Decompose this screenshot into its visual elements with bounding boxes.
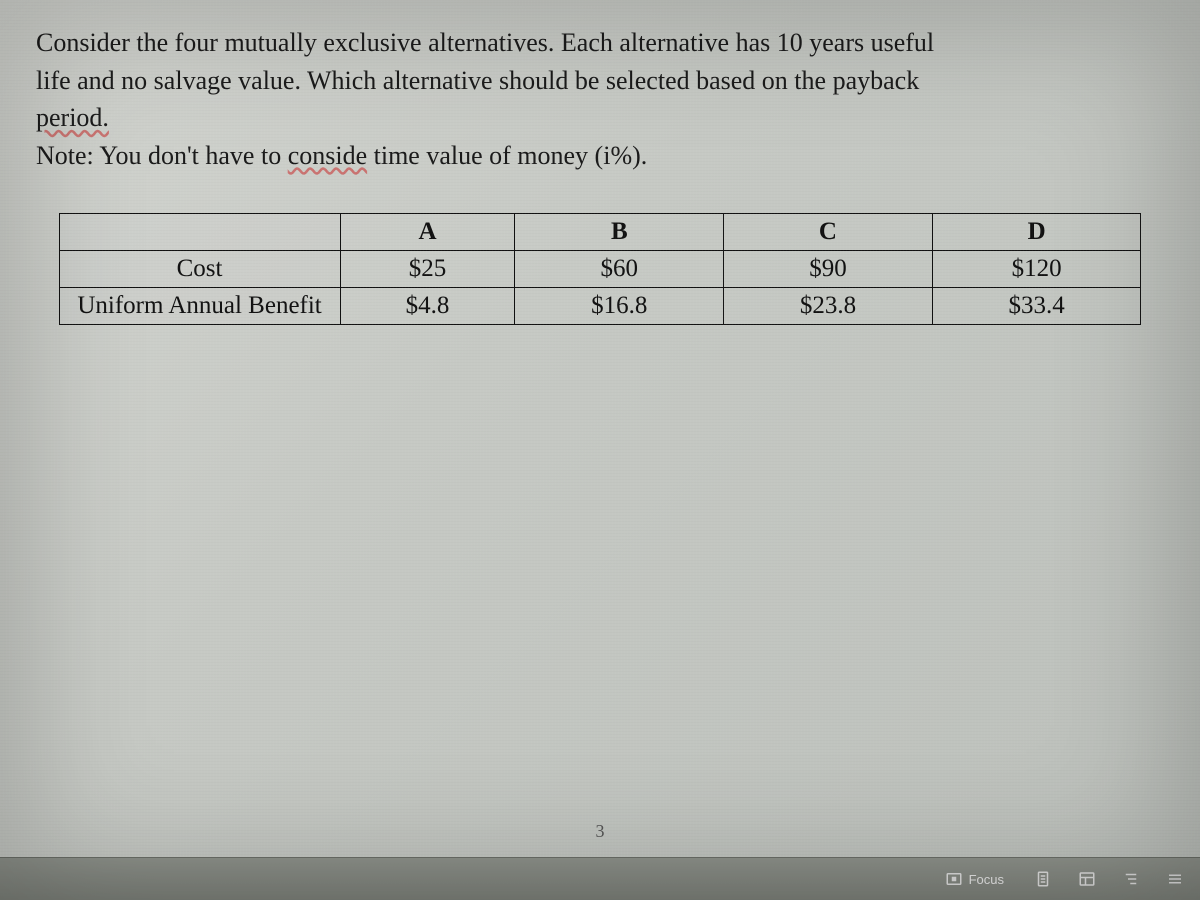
menu-icon xyxy=(1166,870,1184,888)
cell-uab-D: $33.4 xyxy=(932,287,1141,324)
row-label-uab: Uniform Annual Benefit xyxy=(59,287,340,324)
cell-cost-D: $120 xyxy=(932,250,1141,287)
header-blank xyxy=(59,213,340,250)
header-C: C xyxy=(724,213,933,250)
page-number: 3 xyxy=(596,821,605,842)
prompt-note-b: time value of money (i%). xyxy=(367,141,647,170)
cell-cost-B: $60 xyxy=(515,250,724,287)
header-B: B xyxy=(515,213,724,250)
web-layout-view-button[interactable] xyxy=(1070,866,1104,892)
cell-uab-C: $23.8 xyxy=(724,287,933,324)
prompt-line1: Consider the four mutually exclusive alt… xyxy=(36,28,934,57)
table-row: Cost $25 $60 $90 $120 xyxy=(59,250,1141,287)
focus-label: Focus xyxy=(969,872,1004,887)
question-text: Consider the four mutually exclusive alt… xyxy=(36,24,1164,175)
document-page: Consider the four mutually exclusive alt… xyxy=(0,0,1200,325)
prompt-underlined-period: period. xyxy=(36,103,109,132)
page-icon xyxy=(1034,870,1052,888)
prompt-note-a: You don't have to xyxy=(99,141,287,170)
alternatives-table: A B C D Cost $25 $60 $90 $120 Uniform An… xyxy=(59,213,1142,325)
status-bar: Focus xyxy=(0,857,1200,900)
cell-cost-C: $90 xyxy=(724,250,933,287)
prompt-underlined-conside: conside xyxy=(288,141,367,170)
grid-icon xyxy=(1078,870,1096,888)
cell-cost-A: $25 xyxy=(340,250,515,287)
focus-mode-button[interactable]: Focus xyxy=(937,866,1012,892)
table-row: Uniform Annual Benefit $4.8 $16.8 $23.8 … xyxy=(59,287,1141,324)
list-icon xyxy=(1122,870,1140,888)
table-header-row: A B C D xyxy=(59,213,1141,250)
header-A: A xyxy=(340,213,515,250)
reading-view-button[interactable] xyxy=(1158,866,1192,892)
row-label-cost: Cost xyxy=(59,250,340,287)
focus-icon xyxy=(945,870,963,888)
cell-uab-B: $16.8 xyxy=(515,287,724,324)
prompt-line2a: life and no salvage value. Which alterna… xyxy=(36,66,919,95)
prompt-note-prefix: Note: xyxy=(36,141,99,170)
cell-uab-A: $4.8 xyxy=(340,287,515,324)
header-D: D xyxy=(932,213,1141,250)
view-icons-group xyxy=(1026,866,1192,892)
print-layout-view-button[interactable] xyxy=(1026,866,1060,892)
outline-view-button[interactable] xyxy=(1114,866,1148,892)
